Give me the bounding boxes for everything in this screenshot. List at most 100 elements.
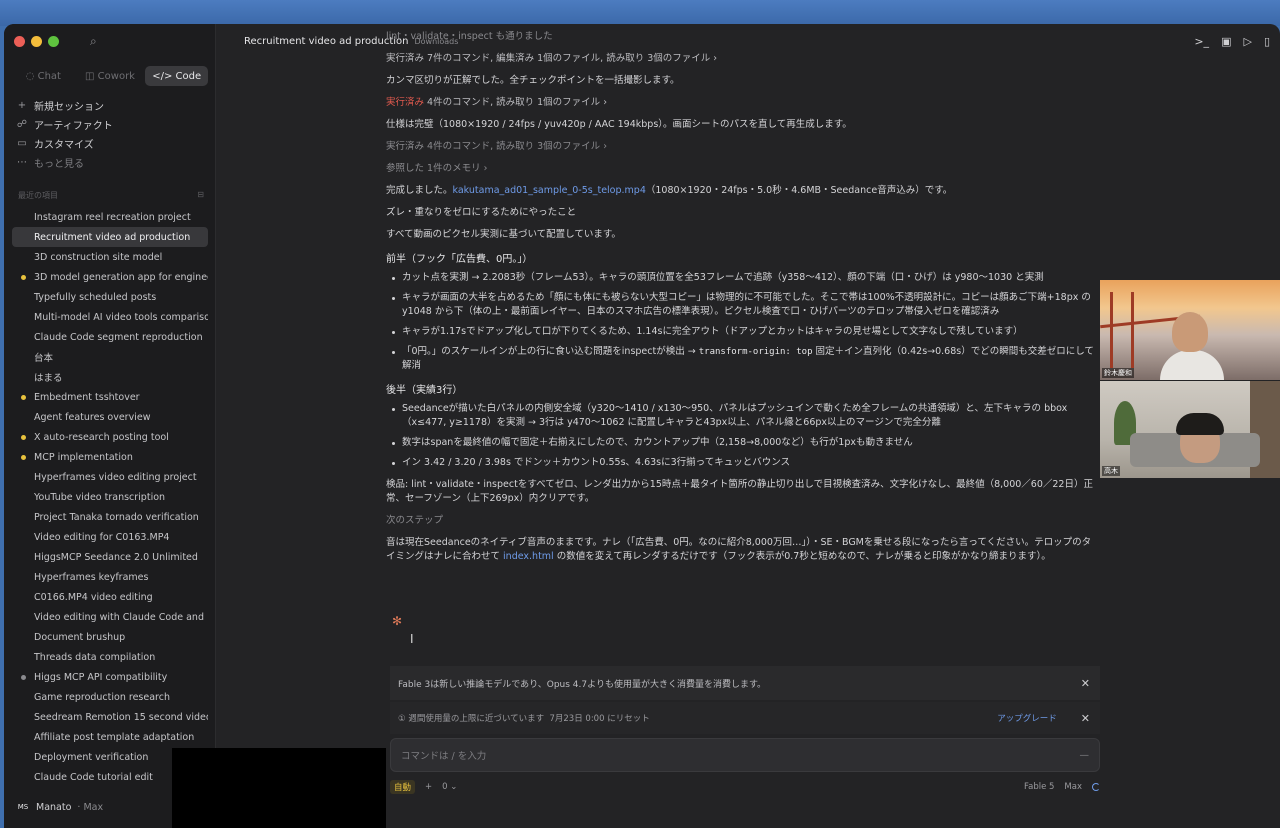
nav-artifacts[interactable]: ☍ アーティファクト (16, 115, 113, 134)
tab-cowork[interactable]: ◫ Cowork (79, 66, 142, 86)
sidebar-item-session[interactable]: 台本 (12, 347, 208, 367)
sidebar-item-session[interactable]: Hyperframes keyframes (12, 567, 208, 587)
sidebar-nav: + 新規セッション ☍ アーティファクト ▭ カスタマイズ ⋯ もっと見る (16, 96, 113, 172)
sidebar-item-label: C0166.MP4 video editing (34, 591, 153, 603)
sidebar-item-label: 3D construction site model (34, 251, 163, 263)
sidebar-item-session[interactable]: Instagram reel recreation project (12, 207, 208, 227)
plus-icon: + (17, 100, 27, 111)
sidebar-item-label: Recruitment video ad production (34, 231, 191, 243)
sidebar-item-label: Project Tanaka tornado verification (34, 511, 199, 523)
minimize-window-button[interactable] (31, 36, 42, 47)
sidebar-item-session[interactable]: Threads data compilation (12, 647, 208, 667)
sidebar-item-label: Seedream Remotion 15 second video (34, 711, 208, 723)
zoom-window-button[interactable] (48, 36, 59, 47)
participant-hair (1176, 413, 1224, 435)
inline-code: transform-origin: top (698, 347, 813, 357)
close-icon[interactable]: ✕ (1081, 712, 1090, 725)
upgrade-button[interactable]: アップグレード (997, 712, 1057, 724)
list-item: キャラが1.17sでドアップ化して口が下りてくるため、1.14sに完全アウト（ド… (386, 325, 1098, 339)
search-icon[interactable]: ⌕ (90, 34, 97, 49)
message-text: カンマ区切りが正解でした。全チェックポイントを一括撮影します。 (386, 75, 680, 86)
sidebar-item-session[interactable]: Typefully scheduled posts (12, 287, 208, 307)
list-item: 「0円。」のスケールインが上の行に食い込む問題をinspectが検出 → tra… (386, 345, 1098, 373)
send-icon[interactable]: — (1080, 750, 1090, 761)
tool-summary[interactable]: 実行済み 4件のコマンド, 読み取り 3個のファイル › (386, 140, 1098, 154)
usage-notice: ① 週間使用量の上限に近づいています 7月23日 0:00 にリセット アップグ… (390, 702, 1100, 734)
sidebar-item-session[interactable]: Document brushup (12, 627, 208, 647)
participant-face (1172, 312, 1208, 352)
nav-customize[interactable]: ▭ カスタマイズ (16, 134, 113, 153)
loading-spinner-icon (1092, 783, 1100, 791)
tab-code[interactable]: </> Code (145, 66, 209, 86)
memory-summary[interactable]: 参照した 1件のメモリ › (386, 162, 1098, 176)
add-icon[interactable]: + (425, 782, 432, 792)
sidebar-item-label: Instagram reel recreation project (34, 211, 191, 223)
sidebar-item-session[interactable]: MCP implementation (12, 447, 208, 467)
message-text: すべて動画のピクセル実測に基づいて配置しています。 (386, 229, 621, 240)
count-value: 0 (442, 782, 448, 792)
nav-more[interactable]: ⋯ もっと見る (16, 153, 113, 172)
user-profile[interactable]: MS Manato · Max (16, 800, 103, 814)
panel-icon[interactable]: ▣ (1221, 35, 1231, 48)
sidebar-item-session[interactable]: Video editing for C0163.MP4 (12, 527, 208, 547)
sidebar-item-session[interactable]: Multi-model AI video tools comparison (12, 307, 208, 327)
participant-name: 鈴木慶和 (1102, 368, 1134, 378)
sidebar-item-session[interactable]: C0166.MP4 video editing (12, 587, 208, 607)
tool-summary[interactable]: 実行済み 7件のコマンド, 編集済み 1個のファイル, 読み取り 3個のファイル… (386, 52, 1098, 66)
sidebar-item-session[interactable]: Seedream Remotion 15 second video (12, 707, 208, 727)
file-link[interactable]: kakutama_ad01_sample_0-5s_telop.mp4 (453, 185, 646, 196)
sidebar-item-session[interactable]: HiggsMCP Seedance 2.0 Unlimited (12, 547, 208, 567)
participant-name: 高木 (1102, 466, 1120, 476)
terminal-icon[interactable]: >_ (1194, 35, 1209, 48)
prompt-placeholder: コマンドは / を入力 (401, 751, 487, 762)
sidebar-item-session[interactable]: Video editing with Claude Code and (12, 607, 208, 627)
close-icon[interactable]: ✕ (1081, 677, 1090, 690)
sidebar-item-label: Agent features overview (34, 411, 151, 423)
attachment-count[interactable]: 0 ⌄ (442, 782, 457, 792)
desktop-menubar (0, 0, 1280, 26)
tool-status: 実行済み (386, 97, 425, 108)
nav-label: アーティファクト (34, 121, 113, 132)
sidebar-item-session[interactable]: Affiliate post template adaptation (12, 727, 208, 747)
tab-chat[interactable]: ◌ Chat (12, 66, 75, 86)
sidebar-item-label: Claude Code tutorial edit (34, 771, 153, 783)
message-text: 仕様は完璧（1080×1920 / 24fps / yuv420p / AAC … (386, 119, 852, 130)
sidebar-item-label: X auto-research posting tool (34, 431, 169, 443)
prompt-input[interactable]: コマンドは / を入力 — (390, 738, 1100, 772)
close-window-button[interactable] (14, 36, 25, 47)
file-link[interactable]: index.html (503, 551, 554, 562)
sidebar-toggle-icon[interactable]: ▯ (1264, 35, 1270, 48)
tool-summary[interactable]: 実行済み 4件のコマンド, 読み取り 1個のファイル › (386, 96, 1098, 110)
sidebar-item-session[interactable]: Recruitment video ad production (12, 227, 208, 247)
artifact-icon: ☍ (16, 119, 28, 130)
sidebar-item-session[interactable]: Game reproduction research (12, 687, 208, 707)
sidebar-item-label: Hyperframes video editing project (34, 471, 197, 483)
sidebar-item-session[interactable]: Claude Code segment reproduction (12, 327, 208, 347)
notice-text: Fable 3は新しい推論モデルであり、Opus 4.7よりも使用量が大きく消費… (398, 679, 767, 690)
tab-cowork-label: Cowork (97, 70, 135, 82)
sidebar-item-session[interactable]: YouTube video transcription (12, 487, 208, 507)
sidebar-item-session[interactable]: はまる (12, 367, 208, 387)
mode-toggle[interactable]: 自動 (390, 780, 416, 794)
nav-new-session[interactable]: + 新規セッション (16, 96, 113, 115)
sidebar-item-session[interactable]: Embedment tsshtover (12, 387, 208, 407)
model-selector[interactable]: Fable 5 (1024, 782, 1054, 792)
effort-selector[interactable]: Max (1064, 782, 1082, 792)
sidebar-item-label: 3D model generation app for engineering (34, 271, 208, 283)
code-icon: </> (152, 70, 176, 82)
sidebar-item-session[interactable]: Higgs MCP API compatibility (12, 667, 208, 687)
sidebar-item-session[interactable]: X auto-research posting tool (12, 427, 208, 447)
sidebar-item-session[interactable]: 3D construction site model (12, 247, 208, 267)
model-notice: Fable 3は新しい推論モデルであり、Opus 4.7よりも使用量が大きく消費… (390, 666, 1100, 700)
sidebar-item-session[interactable]: 3D model generation app for engineering (12, 267, 208, 287)
sidebar-item-session[interactable]: Project Tanaka tornado verification (12, 507, 208, 527)
play-icon[interactable]: ▷ (1243, 35, 1251, 48)
filter-icon[interactable]: ⊟ (197, 190, 204, 201)
session-list: Instagram reel recreation project Recruit… (12, 207, 208, 787)
list-item: Seedanceが描いた白パネルの内側安全域（y320〜1410 / x130〜… (386, 402, 1098, 430)
sidebar-item-session[interactable]: Agent features overview (12, 407, 208, 427)
sidebar-item-label: Embedment tsshtover (34, 391, 140, 403)
sidebar-item-session[interactable]: Hyperframes video editing project (12, 467, 208, 487)
status-dot-icon (21, 455, 26, 460)
sidebar-item-label: Threads data compilation (34, 651, 156, 663)
